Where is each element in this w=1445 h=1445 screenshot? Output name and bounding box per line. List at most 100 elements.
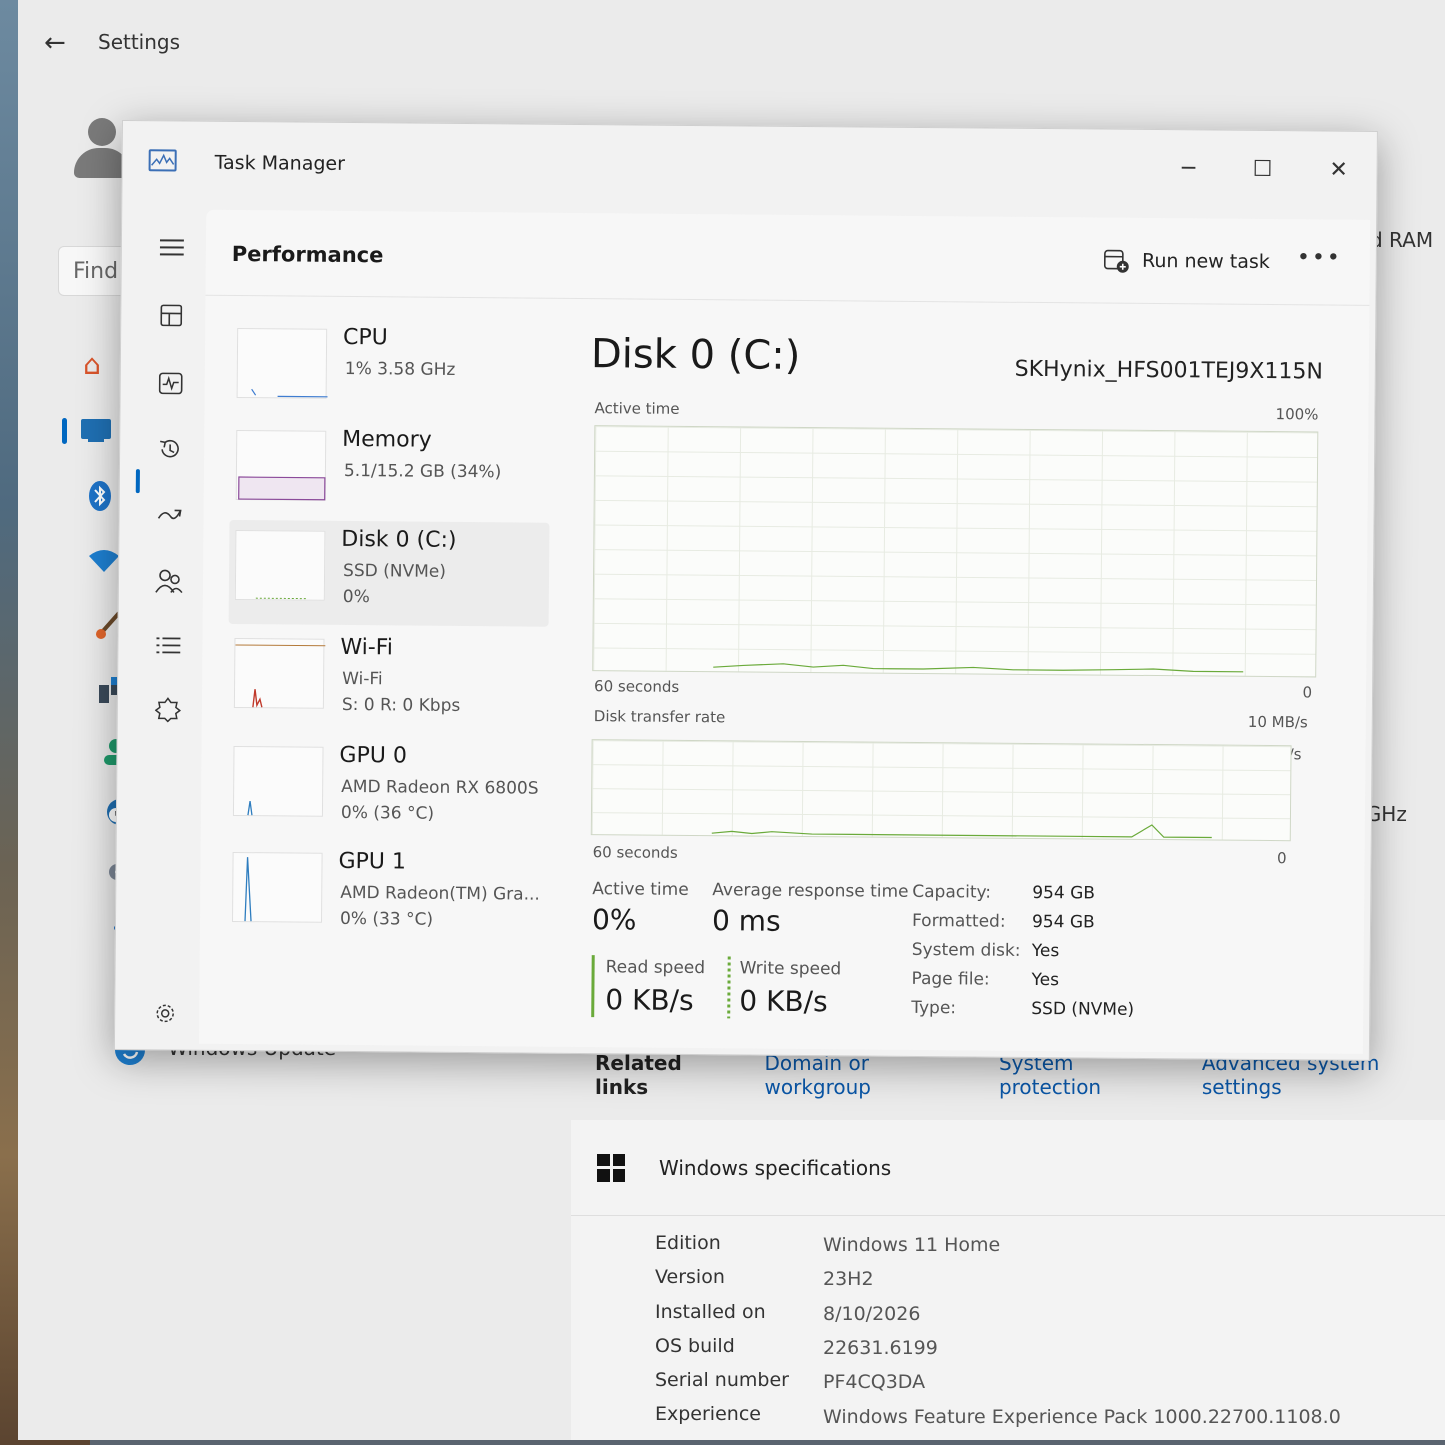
rail-selection-indicator: [135, 469, 140, 494]
read-speed-value: 0 KB/s: [605, 983, 694, 1018]
settings-title: Settings: [98, 30, 181, 54]
device-stat: AMD Radeon RX 6800S: [341, 776, 539, 799]
axis-zero-label: 0: [1276, 849, 1287, 868]
spec-value: PF4CQ3DA: [823, 1371, 926, 1393]
device-stat: SSD (NVMe): [342, 560, 446, 582]
gpu0-thumbnail-graph: [232, 745, 324, 817]
read-speed-indicator: [591, 955, 595, 1018]
spec-label: Version: [655, 1266, 725, 1288]
spec-value: 23H2: [823, 1268, 874, 1290]
device-stat: AMD Radeon(TM) Gra...: [340, 882, 540, 905]
windows-specifications-header[interactable]: Windows specifications: [571, 1120, 1445, 1216]
task-manager-titlebar[interactable]: Task Manager ─ ☐ ✕: [122, 121, 1377, 216]
settings-titlebar: ← Settings: [18, 0, 1445, 80]
device-stat: 5.1/15.2 GB (34%): [343, 460, 502, 483]
users-icon[interactable]: [149, 561, 189, 601]
device-name: CPU: [343, 324, 388, 351]
more-options-icon[interactable]: •••: [1297, 245, 1342, 270]
related-links-label: Related links: [595, 1051, 682, 1099]
arrow-left-icon[interactable]: ←: [44, 28, 66, 58]
write-speed-indicator: [727, 956, 731, 1019]
memory-thumbnail-graph: [235, 430, 327, 501]
performance-header: Performance Run new task •••: [205, 209, 1371, 306]
avg-response-label: Average response time: [712, 880, 909, 902]
task-manager-app-icon: [148, 149, 177, 172]
domain-workgroup-link[interactable]: Domain or workgroup: [765, 1051, 965, 1099]
windows-logo-icon: [597, 1153, 625, 1182]
cpu-thumbnail-graph: [236, 328, 328, 399]
device-item-wifi[interactable]: Wi-Fi Wi-Fi S: 0 R: 0 Kbps: [228, 628, 549, 735]
performance-icon[interactable]: [151, 363, 191, 403]
hamburger-menu-icon[interactable]: [152, 227, 192, 267]
system-icon[interactable]: [76, 410, 116, 450]
task-manager-title: Task Manager: [214, 151, 346, 175]
spec-label: Edition: [655, 1232, 721, 1254]
maximize-icon[interactable]: ☐: [1232, 149, 1292, 190]
active-time-graph: [592, 425, 1319, 678]
minimize-icon[interactable]: ─: [1158, 148, 1218, 189]
property-label: Page file:: [911, 968, 990, 990]
home-icon[interactable]: ⌂: [72, 344, 112, 384]
property-label: Capacity:: [912, 881, 992, 903]
device-stat: 0% (36 °C): [340, 802, 435, 824]
property-value: Yes: [1031, 969, 1060, 991]
windows-specifications-card: Windows specifications Edition Windows 1…: [571, 1120, 1445, 1440]
navigation-rail: [127, 217, 206, 1038]
device-name: Wi-Fi: [340, 634, 394, 661]
run-new-task-label: Run new task: [1141, 249, 1270, 274]
details-list-icon[interactable]: [148, 625, 188, 665]
detail-title: Disk 0 (C:): [590, 331, 801, 379]
active-time-value: 0%: [591, 903, 637, 937]
device-item-gpu1[interactable]: GPU 1 AMD Radeon(TM) Gra... 0% (33 °C): [226, 842, 547, 949]
spec-label: Experience: [655, 1403, 761, 1425]
spec-label: Installed on: [655, 1301, 766, 1323]
time-span-label: 60 seconds: [593, 677, 680, 696]
device-name: Memory: [342, 426, 432, 453]
read-speed-label: Read speed: [605, 957, 706, 979]
close-icon[interactable]: ✕: [1308, 149, 1368, 190]
write-speed-value: 0 KB/s: [739, 984, 828, 1019]
bluetooth-icon[interactable]: [80, 476, 120, 516]
run-new-task-button[interactable]: Run new task: [1104, 248, 1270, 275]
spec-label: Serial number: [655, 1369, 789, 1391]
device-stat: S: 0 R: 0 Kbps: [341, 694, 461, 716]
device-item-memory[interactable]: Memory 5.1/15.2 GB (34%): [229, 420, 550, 527]
device-item-gpu0[interactable]: GPU 0 AMD Radeon RX 6800S 0% (36 °C): [227, 736, 548, 843]
processes-icon[interactable]: [151, 295, 191, 335]
axis-zero-label: 0: [1302, 683, 1313, 702]
disk-thumbnail-graph: [234, 530, 326, 601]
time-span-label: 60 seconds: [592, 843, 678, 862]
spec-value: Windows Feature Experience Pack 1000.227…: [823, 1406, 1341, 1428]
gpu1-thumbnail-graph: [232, 851, 323, 923]
nav-selection-indicator: [62, 418, 67, 444]
spec-value: 22631.6199: [823, 1337, 938, 1359]
property-label: Formatted:: [911, 910, 1006, 932]
app-history-icon[interactable]: [150, 429, 190, 469]
device-name: GPU 0: [339, 742, 407, 769]
transfer-rate-graph-label: Disk transfer rate: [593, 707, 726, 727]
settings-gear-icon[interactable]: [145, 993, 185, 1033]
device-stat: 0%: [342, 586, 370, 608]
avg-response-value: 0 ms: [711, 904, 781, 938]
device-name: Disk 0 (C:): [341, 526, 457, 553]
device-stat: 1% 3.58 GHz: [344, 358, 456, 380]
device-stat: 0% (33 °C): [339, 908, 434, 930]
run-new-task-icon: [1104, 249, 1129, 273]
active-time-graph-label: Active time: [594, 399, 680, 418]
startup-apps-icon[interactable]: [149, 495, 189, 535]
property-value: Yes: [1031, 940, 1060, 962]
spec-label: OS build: [655, 1335, 735, 1357]
page-title: Performance: [231, 241, 384, 268]
device-item-disk0[interactable]: Disk 0 (C:) SSD (NVMe) 0%: [228, 519, 550, 627]
device-item-cpu[interactable]: CPU 1% 3.58 GHz: [230, 318, 551, 425]
disk-model: SKHynix_HFS001TEJ9X115N: [1014, 356, 1323, 385]
disk-detail-panel: Disk 0 (C:) SKHynix_HFS001TEJ9X115N Acti…: [585, 309, 1331, 1045]
property-label: System disk:: [911, 939, 1021, 961]
spec-value: Windows 11 Home: [823, 1234, 1001, 1256]
spec-value: 8/10/2026: [823, 1303, 921, 1325]
performance-page: Performance Run new task ••• CPU 1% 3.58…: [198, 209, 1371, 1054]
property-value: 954 GB: [1032, 882, 1096, 904]
wifi-thumbnail-graph: [233, 638, 326, 709]
services-icon[interactable]: [148, 689, 188, 729]
task-manager-window: Task Manager ─ ☐ ✕ Performance Run new t…: [113, 120, 1378, 1061]
